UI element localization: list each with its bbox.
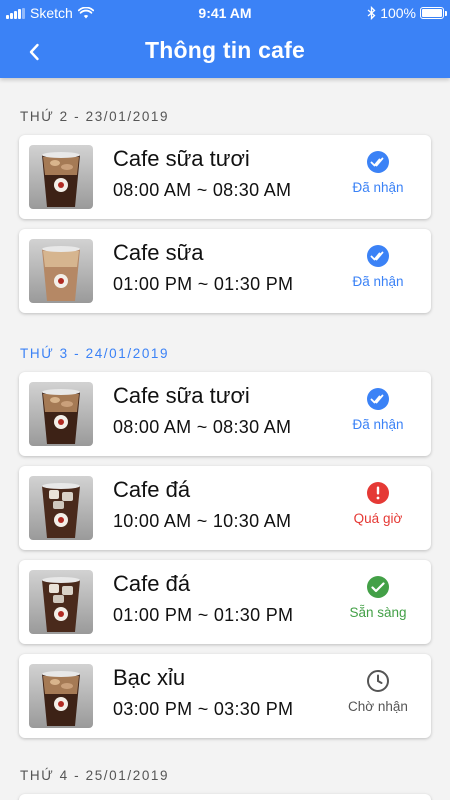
day-header: THỨ 2 - 23/01/2019 [20,109,170,124]
drink-thumbnail [29,382,93,446]
status-label: Chờ nhận [348,699,408,714]
drink-thumbnail [29,239,93,303]
drink-name: Cafe sữa [113,240,204,265]
drink-thumbnail [29,664,93,728]
order-card[interactable]: Cafe sữa 01:00 PM ~ 01:30 PM Đã nhận [19,229,431,313]
battery-percent: 100% [380,5,416,21]
order-card[interactable]: Cafe sữa tươi 08:00 AM ~ 08:30 AM Đã nhậ… [19,135,431,219]
status-bar: Sketch 9:41 AM 100% [0,0,450,26]
drink-name: Cafe đá [113,571,191,596]
pickup-time: 03:00 PM ~ 03:30 PM [113,699,294,719]
drink-thumbnail [29,476,93,540]
order-card[interactable]: Cafe đá 01:00 PM ~ 01:30 PM Sẵn sàng [19,560,431,644]
status-label: Đã nhận [352,180,404,195]
drink-name: Cafe sữa tươi [113,146,250,171]
order-status: Quá giờ [325,481,431,526]
check-circle-icon [367,576,389,598]
bluetooth-icon [367,6,376,20]
status-label: Đã nhận [352,417,404,432]
status-label: Quá giờ [353,511,403,526]
battery-icon [420,7,447,19]
drink-name: Cafe sữa tươi [113,383,250,408]
pickup-time: 10:00 AM ~ 10:30 AM [113,511,292,531]
nav-bar: Thông tin cafe [0,26,450,78]
double-check-icon [367,245,389,267]
day-header: THỨ 3 - 24/01/2019 [20,346,170,361]
status-label: Đã nhận [352,274,404,289]
drink-thumbnail [29,145,93,209]
pickup-time: 08:00 AM ~ 08:30 AM [113,180,292,200]
pickup-time: 01:00 PM ~ 01:30 PM [113,605,294,625]
order-status: Đã nhận [325,150,431,195]
app-header: Sketch 9:41 AM 100% Thông tin cafe [0,0,450,78]
pickup-time: 08:00 AM ~ 08:30 AM [113,417,292,437]
order-status: Chờ nhận [325,669,431,714]
order-card[interactable] [19,794,431,800]
double-check-icon [367,151,389,173]
order-card[interactable]: Bạc xỉu 03:00 PM ~ 03:30 PM Chờ nhận [19,654,431,738]
order-card[interactable]: Cafe đá 10:00 AM ~ 10:30 AM Quá giờ [19,466,431,550]
double-check-icon [367,388,389,410]
drink-name: Cafe đá [113,477,191,502]
order-status: Đã nhận [325,244,431,289]
day-header: THỨ 4 - 25/01/2019 [20,768,170,783]
order-status: Sẵn sàng [325,575,431,620]
clock-icon [367,670,389,692]
order-card[interactable]: Cafe sữa tươi 08:00 AM ~ 08:30 AM Đã nhậ… [19,372,431,456]
pickup-time: 01:00 PM ~ 01:30 PM [113,274,294,294]
page-title: Thông tin cafe [145,37,305,63]
alert-icon [367,482,389,504]
drink-thumbnail [29,570,93,634]
drink-name: Bạc xỉu [113,665,186,690]
status-label: Sẵn sàng [349,605,407,620]
order-status: Đã nhận [325,387,431,432]
